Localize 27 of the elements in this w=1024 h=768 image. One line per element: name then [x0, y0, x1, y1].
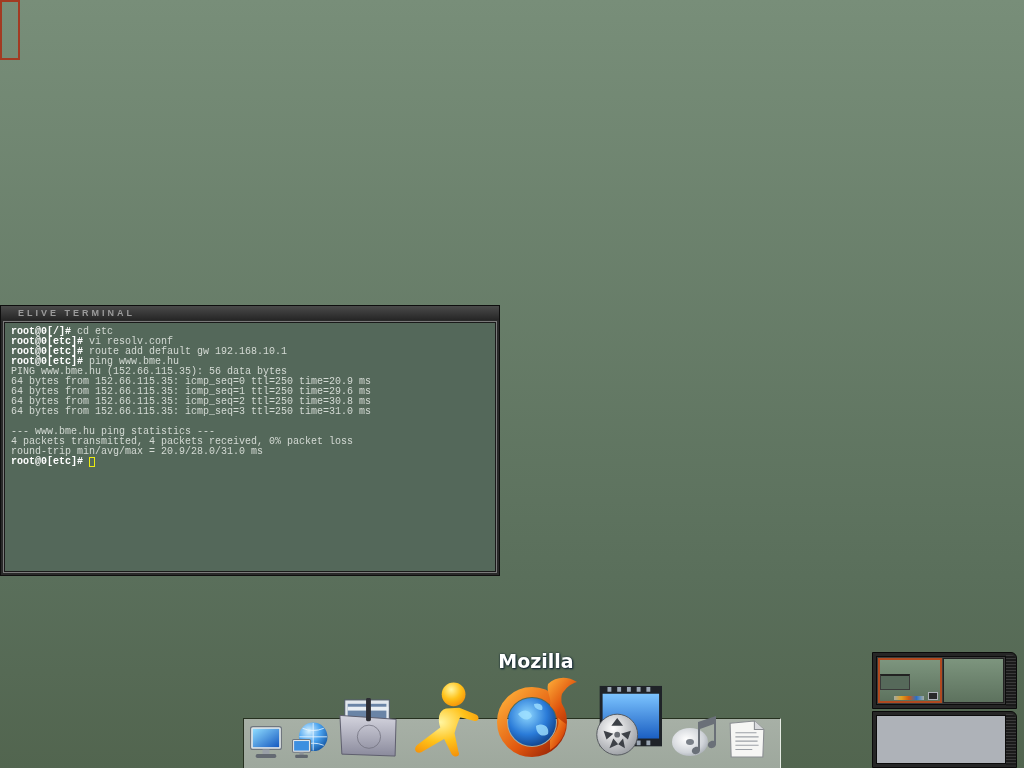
- terminal-line: root@0[/]# cd etc: [11, 327, 114, 337]
- terminal-line: root@0[etc]# route add default gw 192.168.10.1: [11, 347, 288, 357]
- terminal-line: PING www.bme.hu (152.66.115.35): 56 data bytes: [11, 367, 288, 377]
- window-thumbnail: [880, 674, 910, 690]
- terminal-line: --- www.bme.hu ping statistics ---: [11, 427, 216, 437]
- dock-item-label: Mozilla: [498, 650, 574, 672]
- grip-handle[interactable]: [1006, 714, 1016, 765]
- document-icon[interactable]: [728, 720, 766, 758]
- window-title: ELIVE TERMINAL: [18, 308, 135, 318]
- folder-icon[interactable]: [338, 698, 398, 758]
- pager-thumbnail: [928, 692, 938, 700]
- terminal-line: 64 bytes from 152.66.115.35: icmp_seq=1 ttl=250 time=29.6 ms: [11, 387, 372, 397]
- terminal-line: root@0[etc]#: [11, 457, 83, 467]
- terminal-line: 64 bytes from 152.66.115.35: icmp_seq=2 ttl=250 time=30.8 ms: [11, 397, 372, 407]
- terminal-line: root@0[etc]# ping www.bme.hu: [11, 357, 180, 367]
- terminal-line: round-trip min/avg/max = 20.9/28.0/31.0 ms: [11, 447, 264, 457]
- pager-desk[interactable]: [878, 658, 942, 703]
- grip-handle[interactable]: [1006, 655, 1016, 706]
- pager-desk[interactable]: [942, 658, 1004, 703]
- terminal-line: 64 bytes from 152.66.115.35: icmp_seq=0 ttl=250 time=20.9 ms: [11, 377, 372, 387]
- dock-thumbnail: [894, 696, 924, 700]
- shelf-outline: [0, 0, 20, 60]
- globe-monitor-icon[interactable]: [292, 722, 328, 758]
- terminal-line: 64 bytes from 152.66.115.35: icmp_seq=3 ttl=250 time=31.0 ms: [11, 407, 372, 417]
- terminal-line: root@0[etc]# vi resolv.conf: [11, 337, 174, 347]
- terminal-line: 4 packets transmitted, 4 packets received, 0% packet loss: [11, 437, 354, 447]
- monitor-icon[interactable]: [250, 726, 282, 758]
